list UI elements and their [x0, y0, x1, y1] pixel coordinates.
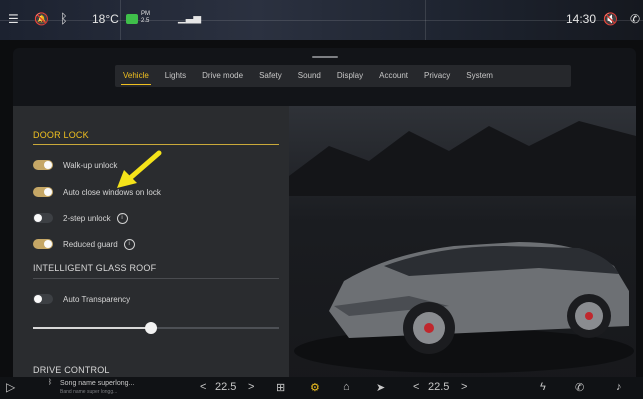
info-icon[interactable]: i	[116, 212, 128, 224]
toggle-knob	[44, 240, 52, 248]
status-bar: ☰ 🔕 ᛒ 18°C PM 2.5 ▁▃▅ 14:30 🔇 ✆	[0, 0, 643, 40]
left-temp-up-button[interactable]: >	[248, 381, 254, 393]
right-temperature: 22.5	[428, 381, 450, 393]
glass-roof-heading: INTELLIGENT GLASS ROOF	[33, 263, 157, 273]
right-temp-up-button[interactable]: >	[461, 381, 467, 393]
right-temp-down-button[interactable]: <	[413, 381, 419, 393]
left-temperature: 22.5	[215, 381, 237, 393]
toggle-knob	[34, 295, 42, 303]
signal-icon: ▁▃▅	[178, 13, 202, 24]
tab-vehicle[interactable]: Vehicle	[115, 65, 157, 87]
auto-close-windows-toggle[interactable]	[33, 187, 53, 197]
setting-walk-up-unlock[interactable]: Walk-up unlock	[33, 158, 117, 172]
divider	[33, 144, 279, 145]
phone-icon[interactable]: ✆	[630, 12, 640, 26]
tab-system[interactable]: System	[458, 65, 501, 87]
setting-2-step-unlock[interactable]: 2-step unlock i	[33, 211, 128, 225]
tab-account[interactable]: Account	[371, 65, 416, 87]
setting-reduced-guard[interactable]: Reduced guard i	[33, 237, 135, 251]
song-title[interactable]: Song name superlong...	[60, 380, 134, 387]
bluetooth-icon: ᛒ	[60, 11, 68, 26]
info-icon[interactable]: i	[123, 238, 135, 250]
settings-drawer: Vehicle Lights Drive mode Safety Sound D…	[13, 48, 636, 399]
auto-transparency-toggle[interactable]	[33, 294, 53, 304]
arrow-shaft	[126, 150, 162, 182]
drawer-handle[interactable]	[312, 56, 338, 58]
song-artist: Band name super longg...	[60, 389, 118, 395]
mountains	[289, 121, 636, 196]
clock: 14:30	[566, 12, 597, 26]
car-image	[289, 106, 636, 399]
temperature-text: 18°C	[92, 12, 119, 26]
setting-label: Auto Transparency	[63, 294, 131, 304]
setting-label: Walk-up unlock	[63, 160, 118, 170]
rear-caliper	[585, 312, 593, 320]
setting-label: Reduced guard	[63, 239, 118, 249]
notifications-muted-icon[interactable]: 🔕	[34, 12, 49, 26]
car-icon[interactable]: ⌂	[343, 381, 350, 393]
divider	[33, 278, 279, 279]
bottom-bar: ▷ ᛒ Song name superlong... Band name sup…	[0, 377, 643, 399]
annotation-arrow-icon	[117, 150, 162, 188]
tab-lights[interactable]: Lights	[157, 65, 194, 87]
music-icon[interactable]: ♪	[616, 381, 622, 393]
settings-tabs: Vehicle Lights Drive mode Safety Sound D…	[115, 65, 571, 87]
drive-control-heading: DRIVE CONTROL	[33, 365, 110, 375]
slider-fill	[33, 327, 152, 329]
pm-label: PM	[141, 11, 150, 17]
reduced-guard-toggle[interactable]	[33, 239, 53, 249]
tab-privacy[interactable]: Privacy	[416, 65, 458, 87]
pm-readout: PM 2.5	[141, 11, 150, 25]
front-caliper	[424, 323, 434, 333]
setting-label: 2-step unlock	[63, 213, 111, 223]
tab-safety[interactable]: Safety	[251, 65, 290, 87]
pm-value: 2.5	[141, 18, 150, 24]
toggle-knob	[34, 214, 42, 222]
slider-thumb[interactable]	[145, 322, 158, 334]
setting-auto-transparency[interactable]: Auto Transparency	[33, 292, 130, 306]
toggle-knob	[44, 188, 52, 196]
apps-grid-icon[interactable]: ⊞	[276, 381, 285, 394]
tab-drive-mode[interactable]: Drive mode	[194, 65, 251, 87]
map-road	[425, 0, 426, 40]
toggle-knob	[44, 161, 52, 169]
car-illustration	[289, 121, 636, 373]
2-step-unlock-toggle[interactable]	[33, 213, 53, 223]
walk-up-unlock-toggle[interactable]	[33, 160, 53, 170]
mute-icon[interactable]: 🔇	[603, 12, 618, 26]
map-road	[120, 0, 121, 40]
menu-lines-icon[interactable]: ☰	[8, 12, 19, 26]
tab-sound[interactable]: Sound	[290, 65, 329, 87]
settings-gear-icon[interactable]: ⚙	[310, 381, 320, 394]
air-quality-leaf-icon	[126, 14, 138, 24]
transparency-slider[interactable]	[33, 322, 279, 334]
left-temp-down-button[interactable]: <	[200, 381, 206, 393]
bluetooth-small-icon: ᛒ	[48, 379, 53, 386]
navigation-icon[interactable]: ➤	[376, 381, 385, 394]
tab-display[interactable]: Display	[329, 65, 371, 87]
play-icon[interactable]: ▷	[6, 380, 15, 394]
fan-icon[interactable]: ϟ	[540, 381, 546, 393]
door-lock-heading: DOOR LOCK	[33, 130, 89, 140]
phone-icon[interactable]: ✆	[575, 381, 584, 394]
